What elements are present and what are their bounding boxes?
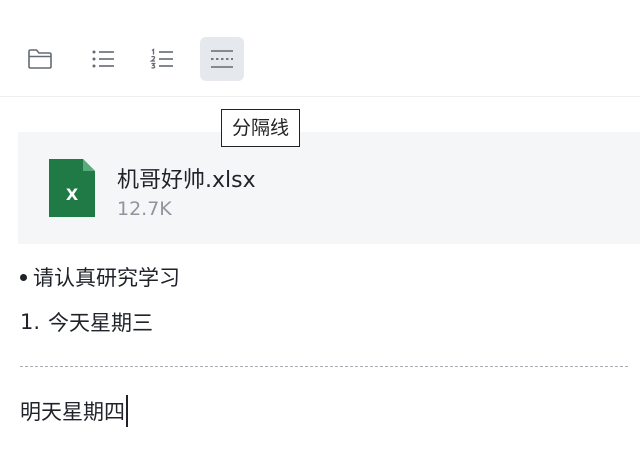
excel-icon-letter: X	[66, 185, 79, 204]
bullet-list-item[interactable]: 请认真研究学习	[20, 262, 180, 292]
bullet-dot	[20, 273, 27, 281]
divider-tooltip: 分隔线	[221, 109, 301, 147]
excel-file-icon: X	[49, 159, 95, 217]
attachment-filename[interactable]: 机哥好帅.xlsx	[117, 162, 256, 194]
ordered-item-text: 今天星期三	[48, 311, 154, 335]
attachment-card[interactable]: X 机哥好帅.xlsx 12.7K	[18, 132, 640, 244]
ordered-item-number: 1.	[20, 310, 41, 334]
horizontal-divider	[20, 366, 628, 367]
bullet-item-text: 请认真研究学习	[33, 266, 180, 290]
text-caret	[126, 395, 128, 427]
ordered-list-item[interactable]: 1. 今天星期三	[20, 307, 153, 337]
paragraph[interactable]: 明天星期四	[20, 394, 128, 428]
divider-button[interactable]	[200, 37, 244, 81]
folder-icon	[28, 49, 52, 69]
paragraph-text: 明天星期四	[20, 400, 125, 424]
ordered-list-button[interactable]	[140, 37, 184, 81]
ordered-list-icon	[149, 48, 173, 69]
toolbar	[0, 0, 640, 97]
bullet-list-button[interactable]	[81, 37, 125, 81]
divider-icon	[211, 50, 233, 68]
folder-button[interactable]	[18, 37, 62, 81]
attachment-filesize: 12.7K	[117, 198, 172, 220]
editor-page: 分隔线 X 机哥好帅.xlsx 12.7K 请认真研究学习 1. 今天星期三 明…	[0, 0, 640, 471]
bullet-list-icon	[92, 50, 114, 68]
